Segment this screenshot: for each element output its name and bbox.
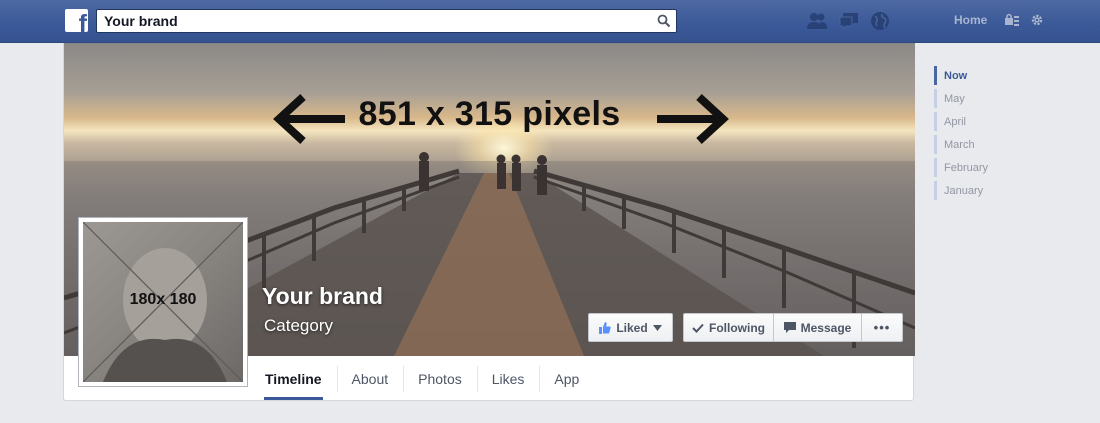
chevron-down-icon bbox=[652, 324, 662, 331]
page-category[interactable]: Category bbox=[264, 316, 333, 336]
page-header-card: 851 x 315 pixels Your brand Category Lik… bbox=[63, 43, 915, 401]
scrubber-item-march[interactable]: March bbox=[934, 133, 1054, 156]
scrubber-item-now[interactable]: Now bbox=[934, 64, 1054, 87]
timeline-scrubber: Now May April March February January bbox=[934, 64, 1054, 202]
tab-about[interactable]: About bbox=[336, 356, 404, 401]
privacy-shortcuts-icon[interactable] bbox=[1004, 13, 1020, 27]
more-dots-icon: ••• bbox=[873, 320, 891, 335]
scrubber-item-april[interactable]: April bbox=[934, 110, 1054, 133]
arrow-right-icon bbox=[657, 94, 729, 144]
message-label: Message bbox=[800, 320, 852, 335]
liked-button[interactable]: Liked bbox=[588, 313, 673, 342]
search-box[interactable] bbox=[96, 9, 677, 33]
search-input[interactable] bbox=[104, 12, 644, 30]
notifications-globe-icon[interactable] bbox=[869, 10, 891, 32]
cover-dimension-label: 851 x 315 pixels bbox=[358, 95, 621, 133]
facebook-logo-icon[interactable]: f bbox=[65, 9, 88, 32]
home-link[interactable]: Home bbox=[954, 13, 987, 27]
search-icon[interactable] bbox=[657, 14, 671, 28]
liked-label: Liked bbox=[616, 320, 648, 335]
following-label: Following bbox=[709, 320, 765, 335]
logo-letter: f bbox=[78, 10, 87, 33]
top-navigation-bar: f Home bbox=[0, 0, 1100, 43]
checkmark-icon bbox=[692, 323, 704, 333]
profile-picture[interactable]: 180x 180 bbox=[78, 217, 248, 387]
message-bubble-icon bbox=[783, 322, 796, 333]
friend-requests-icon[interactable] bbox=[806, 10, 828, 32]
messages-icon[interactable] bbox=[838, 10, 860, 32]
tab-app[interactable]: App bbox=[539, 356, 594, 401]
more-options-button[interactable]: ••• bbox=[861, 313, 903, 342]
tab-timeline[interactable]: Timeline bbox=[250, 356, 337, 401]
scrubber-item-may[interactable]: May bbox=[934, 87, 1054, 110]
profile-dimension-label: 180x 180 bbox=[129, 291, 197, 308]
scrubber-item-february[interactable]: February bbox=[934, 156, 1054, 179]
tab-likes[interactable]: Likes bbox=[476, 356, 540, 401]
message-button[interactable]: Message bbox=[773, 313, 862, 342]
following-button[interactable]: Following bbox=[683, 313, 774, 342]
scrubber-item-january[interactable]: January bbox=[934, 179, 1054, 202]
thumbs-up-icon bbox=[599, 321, 611, 334]
profile-picture-placeholder: 180x 180 bbox=[83, 222, 243, 382]
page-tabs: Timeline About Photos Likes App bbox=[250, 356, 594, 401]
page-name[interactable]: Your brand bbox=[262, 283, 383, 310]
gear-icon[interactable] bbox=[1030, 13, 1044, 27]
tab-photos[interactable]: Photos bbox=[403, 356, 477, 401]
